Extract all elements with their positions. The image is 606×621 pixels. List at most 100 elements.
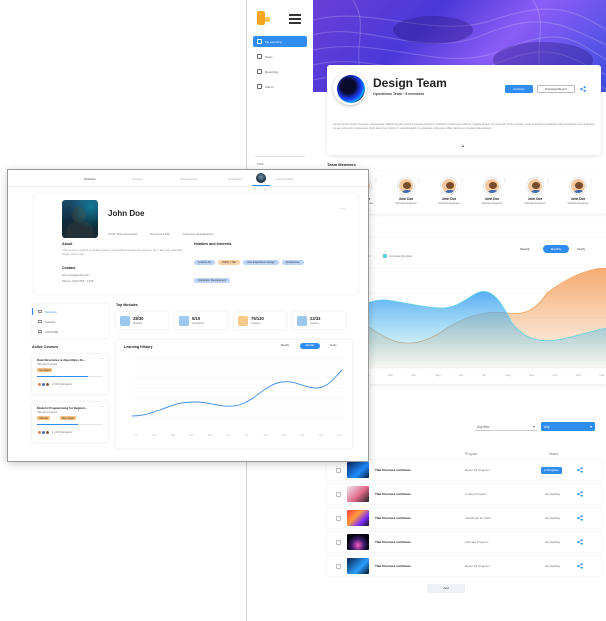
month-tick-label: Nov xyxy=(576,373,582,377)
row-checkbox[interactable] xyxy=(336,563,341,569)
top-modules-title: Top Modules xyxy=(116,303,138,307)
member-name: John Doe xyxy=(398,197,414,201)
month-tick-label: Apr xyxy=(412,373,417,377)
month-tick-label: Mar xyxy=(388,373,393,377)
row-checkbox[interactable] xyxy=(336,491,341,497)
member-role: Software Engineer xyxy=(395,202,417,205)
row-checkbox[interactable] xyxy=(336,515,341,521)
share-icon[interactable] xyxy=(577,563,583,569)
contact-email[interactable]: john.doe@email.com xyxy=(62,273,89,277)
chevron-down-icon: ▾ xyxy=(589,423,592,429)
member-card[interactable]: ⋮ John DoeSoftware Engineer xyxy=(388,178,424,210)
hobby-tag[interactable]: User Experience Design xyxy=(242,260,279,265)
row-checkbox[interactable] xyxy=(336,539,341,545)
hobby-tag[interactable]: Hobby / Tab xyxy=(217,260,240,265)
chevron-up-icon[interactable]: ▲ xyxy=(461,143,465,148)
row-title[interactable]: Title Structure and React· xyxy=(375,564,411,568)
member-card[interactable]: ⋮ John DoeSoftware Engineer xyxy=(517,178,553,210)
tab-courses[interactable]: Courses xyxy=(132,177,142,181)
member-card[interactable]: ⋮ John DoeSoftware Engineer xyxy=(560,178,596,210)
hobby-tag[interactable]: Architecture xyxy=(281,260,304,265)
hobby-tag[interactable]: Interaction Development xyxy=(194,278,231,283)
tab-learning-path[interactable]: Learning Path xyxy=(276,177,293,181)
menu-icon[interactable] xyxy=(289,14,301,24)
share-icon[interactable] xyxy=(577,539,583,545)
month-tick-label: Oct xyxy=(553,373,558,377)
month-tick-label: Nov xyxy=(319,434,324,437)
share-icon[interactable] xyxy=(577,491,583,497)
month-tick-label: Jun xyxy=(459,373,464,377)
reporting-icon xyxy=(257,69,262,74)
add-button[interactable]: Add xyxy=(427,584,465,593)
tab-achievements[interactable]: Achievements xyxy=(180,177,198,181)
member-card[interactable]: ⋮ John DoeSoftware Engineer xyxy=(431,178,467,210)
row-status: In Progress xyxy=(541,466,562,474)
sidebar-item-label: My Learning xyxy=(265,39,282,44)
row-program: JavaScript for Start... xyxy=(465,516,494,520)
member-more-icon[interactable]: ⋮ xyxy=(374,178,378,183)
filter-select-2[interactable]: Any ▾ xyxy=(541,422,595,431)
member-avatar xyxy=(527,178,543,194)
continue-button[interactable]: Continue xyxy=(505,85,533,93)
month-tick-label: May xyxy=(208,434,213,437)
nav-item-overview[interactable]: Overview xyxy=(32,307,108,316)
user-avatar[interactable] xyxy=(256,173,266,183)
download-report-button[interactable]: Download Report xyxy=(537,85,575,93)
sidebar-item-admin[interactable]: Admin xyxy=(253,81,307,92)
member-name: John Doe xyxy=(570,197,586,201)
nav-item-courses[interactable]: Courses xyxy=(32,317,108,326)
share-icon[interactable] xyxy=(577,467,583,473)
table-row[interactable]: Title Structure and React· JavaScript for… xyxy=(327,508,601,528)
sidebar-item-team[interactable]: Team xyxy=(253,51,307,62)
course-card[interactable]: Data Structures & Algorithms Fu... ⋯ Ultim… xyxy=(32,354,108,394)
row-title[interactable]: Title Structure and React· xyxy=(375,540,411,544)
table-row[interactable]: Title Structure and React· Ultimate Progr… xyxy=(327,532,601,552)
module-label: Courses xyxy=(310,322,319,325)
chevron-down-icon: ▾ xyxy=(532,423,535,429)
more-icon[interactable]: ⋯ xyxy=(340,206,345,212)
course-progress-fill xyxy=(37,424,78,426)
sidebar-item-my-learning[interactable]: My Learning xyxy=(253,36,307,47)
module-card[interactable]: 22/33 Courses xyxy=(293,312,345,329)
row-checkbox[interactable] xyxy=(336,467,341,473)
module-icon xyxy=(179,315,189,326)
row-title[interactable]: Title Structure and React· xyxy=(375,492,411,496)
team-name: Design Team xyxy=(373,76,447,90)
module-card[interactable]: 28/30 Modules xyxy=(116,312,168,329)
row-program: Coding Program xyxy=(465,492,487,496)
module-card[interactable]: 5/10 Completed xyxy=(175,312,227,329)
member-more-icon[interactable]: ⋮ xyxy=(417,178,421,183)
module-value: 75/130 xyxy=(251,316,264,321)
row-title[interactable]: Title Structure and React· xyxy=(375,516,411,520)
course-card[interactable]: Modern Programming for Beginni... ⋯ Ultima… xyxy=(32,402,108,442)
nav-icon xyxy=(38,319,42,323)
month-tick-label: Jan xyxy=(134,434,139,437)
profile-meta: UI/UX Team Developer Someone's Bar Colum… xyxy=(108,222,213,240)
member-more-icon[interactable]: ⋮ xyxy=(460,178,464,183)
share-icon[interactable] xyxy=(577,515,583,521)
module-card[interactable]: 75/130 Lessons xyxy=(234,312,286,329)
more-icon[interactable]: ⋯ xyxy=(100,404,104,409)
profile-app-window: Overview Courses Achievements Certificates L… xyxy=(7,169,369,462)
share-icon[interactable] xyxy=(580,86,586,92)
sidebar-item-reporting[interactable]: Reporting xyxy=(253,66,307,77)
module-label: Lessons xyxy=(251,322,260,325)
member-more-icon[interactable]: ⋮ xyxy=(589,178,593,183)
tab-overview[interactable]: Overview xyxy=(84,177,96,181)
month-tick-label: Dec xyxy=(600,373,606,377)
member-more-icon[interactable]: ⋮ xyxy=(546,178,550,183)
member-more-icon[interactable]: ⋮ xyxy=(503,178,507,183)
filter-select-1[interactable]: Any item ▾ xyxy=(475,422,537,431)
participant-avatar xyxy=(45,382,50,387)
table-row[interactable]: Title Structure and React· Coding Program… xyxy=(327,484,601,504)
nav-item-job-profile[interactable]: Job Profile xyxy=(32,327,108,336)
table-row[interactable]: Title Structure and React· React JS Progr… xyxy=(327,460,601,480)
member-card[interactable]: ⋮ John DoeSoftware Engineer xyxy=(474,178,510,210)
logo xyxy=(257,11,271,27)
hobby-tag[interactable]: Graphic Art xyxy=(194,260,215,265)
tab-certificates[interactable]: Certificates xyxy=(228,177,242,181)
table-row[interactable]: Title Structure and React· React JS Progr… xyxy=(327,556,601,576)
row-title[interactable]: Title Structure and React· xyxy=(375,468,411,472)
nav-icon xyxy=(38,329,42,333)
more-icon[interactable]: ⋯ xyxy=(100,356,104,361)
